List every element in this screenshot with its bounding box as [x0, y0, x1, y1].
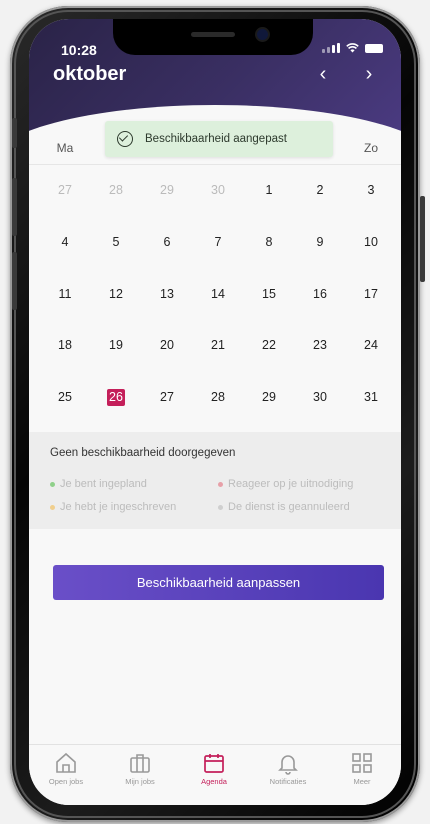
calendar-day[interactable]: 29	[141, 178, 193, 202]
tab-more[interactable]: Meer	[325, 751, 399, 786]
weekday-sun: Zo	[363, 141, 378, 155]
calendar-day[interactable]: 16	[294, 282, 346, 306]
today-marker: 26	[107, 389, 125, 406]
calendar-day[interactable]: 14	[192, 282, 244, 306]
battery-icon	[365, 43, 383, 53]
calendar-day[interactable]: 18	[39, 333, 91, 357]
divider	[29, 164, 401, 165]
calendar-day[interactable]: 7	[192, 230, 244, 254]
tab-label: Meer	[353, 777, 371, 786]
legend-dot	[218, 504, 223, 510]
prev-month-button[interactable]: ‹	[311, 63, 335, 86]
calendar-day[interactable]: 20	[141, 333, 193, 357]
tab-notifications[interactable]: Notificaties	[251, 751, 325, 786]
weekday-mon: Ma	[56, 141, 74, 155]
calendar-day[interactable]: 3	[345, 178, 397, 202]
tab-open-jobs[interactable]: Open jobs	[29, 751, 103, 786]
calendar-day[interactable]: 21	[192, 333, 244, 357]
legend-dot	[50, 481, 55, 487]
tab-label: Notificaties	[269, 777, 307, 786]
legend-label: Je bent ingepland	[60, 478, 147, 490]
calendar-day[interactable]: 10	[345, 230, 397, 254]
status-time: 10:28	[61, 42, 97, 58]
briefcase-icon	[130, 754, 150, 773]
signal-icon	[322, 43, 340, 53]
legend-title: Geen beschikbaarheid doorgegeven	[50, 447, 236, 459]
legend-label: Reageer op je uitnodiging	[228, 478, 354, 490]
volume-up-button	[12, 178, 17, 236]
calendar-day[interactable]: 30	[294, 385, 346, 409]
tab-bar: Open jobs Mijn jobs Agenda Notificaties …	[29, 744, 401, 805]
legend-label: Je hebt je ingeschreven	[60, 501, 177, 513]
calendar-day[interactable]: 6	[141, 230, 193, 254]
tab-label: Agenda	[201, 777, 227, 786]
calendar-day[interactable]: 30	[192, 178, 244, 202]
calendar-day[interactable]: 19	[90, 333, 142, 357]
calendar-day[interactable]: 29	[243, 385, 295, 409]
tab-label: Open jobs	[48, 777, 84, 786]
bell-icon	[278, 755, 298, 775]
wifi-icon	[346, 43, 359, 53]
calendar-day[interactable]: 28	[90, 178, 142, 202]
toast-text: Beschikbaarheid aangepast	[145, 133, 287, 145]
app-screen: 10:28 oktober ‹ › Ma Zo Beschikbaarheid …	[29, 19, 401, 805]
calendar-day[interactable]: 5	[90, 230, 142, 254]
home-icon	[56, 752, 76, 773]
calendar-day[interactable]: 31	[345, 385, 397, 409]
legend-label: De dienst is geannuleerd	[228, 501, 350, 513]
front-camera	[257, 29, 268, 40]
calendar-day[interactable]: 9	[294, 230, 346, 254]
calendar-day[interactable]: 27	[39, 178, 91, 202]
calendar-day[interactable]: 22	[243, 333, 295, 357]
calendar-day[interactable]: 2	[294, 178, 346, 202]
calendar-day[interactable]: 1	[243, 178, 295, 202]
mute-switch	[12, 118, 17, 148]
legend: Geen beschikbaarheid doorgegeven Je bent…	[29, 432, 401, 529]
calendar-day[interactable]: 11	[39, 282, 91, 306]
edit-availability-button[interactable]: Beschikbaarheid aanpassen	[53, 565, 384, 600]
calendar-day[interactable]: 25	[39, 385, 91, 409]
month-title: oktober	[53, 63, 127, 85]
status-icons	[322, 43, 383, 53]
legend-item-registered: Je hebt je ingeschreven	[50, 501, 176, 513]
calendar-day[interactable]: 4	[39, 230, 91, 254]
tab-agenda[interactable]: Agenda	[177, 751, 251, 786]
calendar-day[interactable]: 13	[141, 282, 193, 306]
grid-icon	[352, 753, 372, 773]
calendar-day[interactable]: 24	[345, 333, 397, 357]
calendar-day[interactable]: 17	[345, 282, 397, 306]
speaker	[191, 32, 235, 37]
legend-dot	[218, 481, 223, 487]
legend-item-scheduled: Je bent ingepland	[50, 478, 147, 490]
tab-label: Mijn jobs	[125, 777, 155, 786]
tab-my-jobs[interactable]: Mijn jobs	[103, 751, 177, 786]
power-button	[420, 196, 425, 282]
calendar-day[interactable]: 15	[243, 282, 295, 306]
notch	[113, 19, 313, 55]
next-month-button[interactable]: ›	[357, 63, 381, 86]
volume-down-button	[12, 252, 17, 310]
calendar-day[interactable]: 12	[90, 282, 142, 306]
legend-item-invitation: Reageer op je uitnodiging	[218, 478, 353, 490]
legend-dot	[50, 504, 55, 510]
calendar-day[interactable]: 27	[141, 385, 193, 409]
calendar-day[interactable]: 28	[192, 385, 244, 409]
legend-item-cancelled: De dienst is geannuleerd	[218, 501, 350, 513]
calendar-day[interactable]: 8	[243, 230, 295, 254]
toast-notification: Beschikbaarheid aangepast	[105, 121, 333, 157]
calendar-day[interactable]: 23	[294, 333, 346, 357]
calendar-icon	[204, 754, 224, 773]
check-circle-icon	[117, 131, 133, 147]
calendar-day-today[interactable]: 26	[90, 385, 142, 409]
